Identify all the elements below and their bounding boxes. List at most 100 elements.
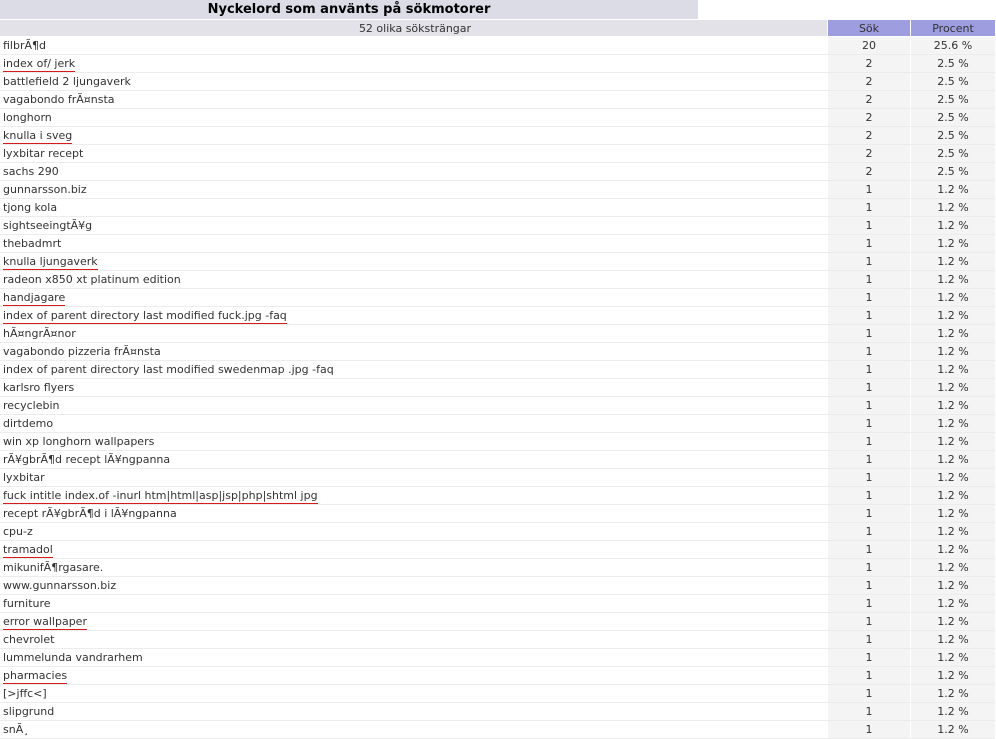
percent-cell: 2.5 %	[910, 108, 995, 127]
percent-cell: 1.2 %	[910, 540, 995, 559]
keyword-cell: dirtdemo	[0, 414, 828, 433]
percent-cell: 1.2 %	[910, 306, 995, 325]
keyword-text: [>jffc<]	[3, 687, 47, 700]
percent-cell: 2.5 %	[910, 90, 995, 109]
percent-cell: 1.2 %	[910, 702, 995, 721]
keyword-cell: hÃ¤ngrÃ¤nor	[0, 324, 828, 343]
count-cell: 1	[827, 450, 911, 469]
table-row: chevrolet 1 1.2 %	[0, 630, 995, 649]
keyword-text: filbrÃ¶d	[3, 39, 46, 52]
table-row: lyxbitar 1 1.2 %	[0, 468, 995, 487]
keyword-text: handjagare	[3, 291, 66, 306]
percent-cell: 2.5 %	[910, 126, 995, 145]
header-procent[interactable]: Procent	[910, 20, 995, 37]
count-cell: 20	[827, 36, 911, 55]
table-row: recyclebin 1 1.2 %	[0, 396, 995, 415]
keyword-cell: gunnarsson.biz	[0, 180, 828, 199]
keyword-cell: lummelunda vandrarhem	[0, 648, 828, 667]
keyword-text: rÃ¥gbrÃ¶d recept lÃ¥ngpanna	[3, 453, 171, 466]
keyword-cell: handjagare	[0, 288, 828, 307]
table-row: gunnarsson.biz 1 1.2 %	[0, 180, 995, 199]
table-header-row: 52 olika söksträngar Sök Procent	[0, 20, 995, 37]
keyword-cell: sightseeingtÃ¥g	[0, 216, 828, 235]
table-row: pharmacies 1 1.2 %	[0, 666, 995, 685]
count-cell: 2	[827, 144, 911, 163]
keyword-text: radeon x850 xt platinum edition	[3, 273, 181, 286]
keyword-cell: knulla i sveg	[0, 126, 828, 145]
keyword-cell: rÃ¥gbrÃ¶d recept lÃ¥ngpanna	[0, 450, 828, 469]
count-cell: 2	[827, 54, 911, 73]
keyword-cell: vagabondo frÃ¤nsta	[0, 90, 828, 109]
keyword-cell: vagabondo pizzeria frÃ¤nsta	[0, 342, 828, 361]
count-cell: 1	[827, 432, 911, 451]
percent-cell: 1.2 %	[910, 324, 995, 343]
percent-cell: 1.2 %	[910, 450, 995, 469]
table-row: filbrÃ¶d 20 25.6 %	[0, 36, 995, 55]
percent-cell: 2.5 %	[910, 54, 995, 73]
count-cell: 1	[827, 342, 911, 361]
percent-cell: 1.2 %	[910, 576, 995, 595]
keyword-cell: filbrÃ¶d	[0, 36, 828, 55]
keyword-text: sightseeingtÃ¥g	[3, 219, 93, 232]
keyword-text: longhorn	[3, 111, 52, 124]
count-cell: 1	[827, 702, 911, 721]
table-row: recept rÃ¥gbrÃ¶d i lÃ¥ngpanna 1 1.2 %	[0, 504, 995, 523]
keyword-text: lyxbitar	[3, 471, 45, 484]
count-cell: 2	[827, 90, 911, 109]
percent-cell: 1.2 %	[910, 198, 995, 217]
keyword-text: index of parent directory last modified …	[3, 363, 334, 376]
count-cell: 2	[827, 108, 911, 127]
percent-cell: 1.2 %	[910, 630, 995, 649]
keyword-cell: mikunifÃ¶rgasare.	[0, 558, 828, 577]
count-cell: 1	[827, 468, 911, 487]
table-row: tramadol 1 1.2 %	[0, 540, 995, 559]
keyword-cell: snÃ¸	[0, 720, 828, 739]
keyword-text: win xp longhorn wallpapers	[3, 435, 155, 448]
percent-cell: 1.2 %	[910, 666, 995, 685]
keyword-cell: tramadol	[0, 540, 828, 559]
percent-cell: 25.6 %	[910, 36, 995, 55]
keyword-text: knulla ljungaverk	[3, 255, 98, 270]
count-cell: 1	[827, 216, 911, 235]
percent-cell: 1.2 %	[910, 504, 995, 523]
keywords-table: 52 olika söksträngar Sök Procent filbrÃ¶…	[0, 20, 995, 739]
keyword-cell: pharmacies	[0, 666, 828, 685]
table-title: Nyckelord som använts på sökmotorer	[0, 0, 698, 19]
keyword-text: sachs 290	[3, 165, 59, 178]
keyword-cell: [>jffc<]	[0, 684, 828, 703]
header-sok[interactable]: Sök	[827, 20, 911, 37]
count-cell: 1	[827, 396, 911, 415]
count-cell: 2	[827, 126, 911, 145]
count-cell: 1	[827, 180, 911, 199]
percent-cell: 2.5 %	[910, 162, 995, 181]
table-row: mikunifÃ¶rgasare. 1 1.2 %	[0, 558, 995, 577]
percent-cell: 1.2 %	[910, 558, 995, 577]
percent-cell: 1.2 %	[910, 396, 995, 415]
keyword-text: dirtdemo	[3, 417, 54, 430]
keyword-cell: win xp longhorn wallpapers	[0, 432, 828, 451]
percent-cell: 1.2 %	[910, 414, 995, 433]
percent-cell: 1.2 %	[910, 648, 995, 667]
keyword-text: knulla i sveg	[3, 129, 73, 144]
count-cell: 1	[827, 198, 911, 217]
keyword-text: slipgrund	[3, 705, 55, 718]
percent-cell: 1.2 %	[910, 216, 995, 235]
keyword-text: vagabondo pizzeria frÃ¤nsta	[3, 345, 161, 358]
table-row: karlsro flyers 1 1.2 %	[0, 378, 995, 397]
table-row: longhorn 2 2.5 %	[0, 108, 995, 127]
keyword-cell: sachs 290	[0, 162, 828, 181]
table-row: lummelunda vandrarhem 1 1.2 %	[0, 648, 995, 667]
table-row: radeon x850 xt platinum edition 1 1.2 %	[0, 270, 995, 289]
count-cell: 1	[827, 414, 911, 433]
keyword-text: furniture	[3, 597, 51, 610]
percent-cell: 1.2 %	[910, 378, 995, 397]
percent-cell: 1.2 %	[910, 270, 995, 289]
keyword-cell: index of parent directory last modified …	[0, 360, 828, 379]
percent-cell: 1.2 %	[910, 360, 995, 379]
keyword-cell: chevrolet	[0, 630, 828, 649]
keyword-text: error wallpaper	[3, 615, 87, 630]
keyword-cell: battlefield 2 ljungaverk	[0, 72, 828, 91]
keyword-text: fuck intitle index.of -inurl htm|html|as…	[3, 489, 318, 504]
keyword-text: cpu-z	[3, 525, 33, 538]
keyword-cell: lyxbitar	[0, 468, 828, 487]
